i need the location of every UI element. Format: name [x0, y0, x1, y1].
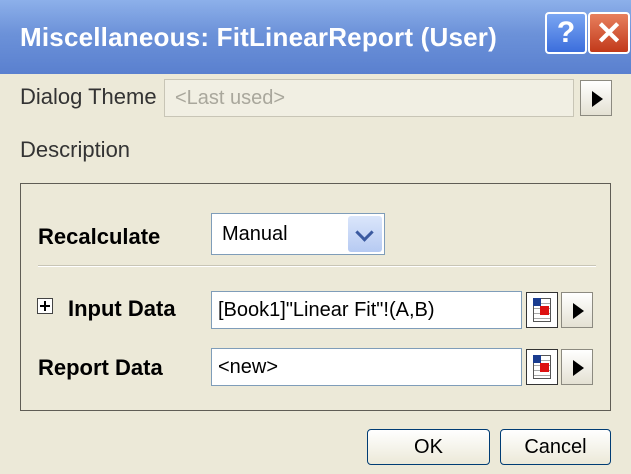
report-data-select-button[interactable]	[526, 349, 558, 385]
dialog-theme-value: <Last used>	[175, 87, 286, 109]
report-data-menu-button[interactable]	[561, 349, 593, 385]
dialog-window: Miscellaneous: FitLinearReport (User) ? …	[0, 0, 631, 474]
close-button[interactable]: ✕	[588, 12, 630, 54]
description-label: Description	[20, 137, 131, 162]
input-data-value: [Book1]"Linear Fit"!(A,B)	[218, 299, 435, 321]
recalculate-value: Manual	[222, 223, 288, 245]
window-title: Miscellaneous: FitLinearReport (User)	[20, 22, 497, 52]
recalculate-label: Recalculate	[38, 224, 161, 249]
help-button[interactable]: ?	[545, 12, 587, 54]
input-data-select-button[interactable]	[526, 292, 558, 328]
input-data-field[interactable]: [Book1]"Linear Fit"!(A,B)	[211, 291, 522, 329]
title-bar[interactable]: Miscellaneous: FitLinearReport (User) ? …	[0, 0, 631, 74]
ok-button[interactable]: OK	[367, 429, 490, 465]
input-data-label: Input Data	[68, 296, 176, 321]
report-data-label: Report Data	[38, 355, 163, 380]
dialog-theme-field[interactable]: <Last used>	[164, 79, 574, 117]
dialog-theme-menu-button[interactable]	[580, 80, 612, 116]
dialog-theme-label: Dialog Theme	[20, 84, 157, 109]
report-data-field[interactable]: <new>	[211, 348, 522, 386]
divider	[38, 265, 596, 267]
report-data-value: <new>	[218, 356, 279, 378]
expand-icon[interactable]	[37, 298, 53, 314]
worksheet-select-icon	[533, 355, 551, 379]
input-data-menu-button[interactable]	[561, 292, 593, 328]
cancel-button[interactable]: Cancel	[500, 429, 611, 465]
recalculate-dropdown[interactable]: Manual	[211, 213, 385, 255]
worksheet-select-icon	[533, 298, 551, 322]
chevron-down-icon[interactable]	[348, 216, 382, 252]
